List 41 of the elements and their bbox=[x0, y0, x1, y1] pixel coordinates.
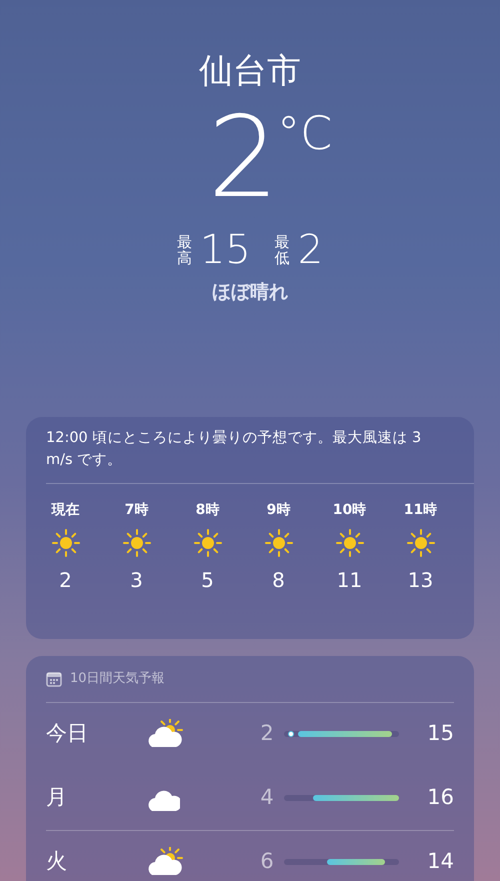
sun-icon bbox=[122, 529, 150, 558]
hour-label: 10時 bbox=[332, 501, 366, 520]
hour-temperature: 13 bbox=[408, 567, 434, 594]
hour-label: 7時 bbox=[124, 501, 148, 520]
current-temperature: 2 bbox=[208, 102, 278, 214]
high-temperature: 15 bbox=[200, 230, 251, 270]
temperature-unit: °C bbox=[277, 110, 332, 156]
low-label: 最低 bbox=[274, 234, 290, 266]
hour-label: 11時 bbox=[404, 501, 438, 520]
sun-behind-cloud-icon bbox=[146, 719, 184, 749]
city-name: 仙台市 bbox=[198, 54, 302, 88]
section-title: 10日間天気予報 bbox=[70, 670, 165, 688]
hour-temperature: 8 bbox=[272, 567, 285, 594]
low-temperature: 4 bbox=[259, 784, 274, 811]
high-temperature: 15 bbox=[426, 720, 454, 748]
sun-icon bbox=[406, 529, 434, 558]
low-temperature: 6 bbox=[259, 848, 274, 876]
low-temperature: 2 bbox=[298, 230, 324, 270]
high-label: 最高 bbox=[176, 234, 192, 266]
forecast-summary: 12:00 頃にところにより曇りの予想です。最大風速は 3 m/s です。 bbox=[45, 428, 422, 470]
low-temperature: 2 bbox=[259, 720, 274, 748]
sun-icon bbox=[52, 529, 80, 558]
day-label: 火 bbox=[46, 848, 68, 876]
sun-icon bbox=[264, 529, 292, 558]
hour-label: 9時 bbox=[266, 501, 290, 520]
day-label: 月 bbox=[46, 784, 68, 811]
day-label: 今日 bbox=[46, 720, 89, 748]
hour-label: 8時 bbox=[196, 501, 220, 520]
condition-text: ほぼ晴れ bbox=[212, 281, 288, 303]
hour-temperature: 2 bbox=[59, 567, 72, 594]
range-fill bbox=[327, 859, 385, 865]
high-temperature: 16 bbox=[426, 784, 454, 811]
hour-temperature: 3 bbox=[130, 567, 143, 594]
calendar-icon bbox=[46, 670, 62, 686]
sun-icon bbox=[336, 529, 364, 558]
hour-temperature: 5 bbox=[201, 567, 214, 594]
high-temperature: 14 bbox=[426, 848, 454, 876]
sun-icon bbox=[194, 529, 222, 558]
sun-behind-cloud-icon bbox=[146, 847, 184, 877]
hour-temperature: 11 bbox=[336, 567, 362, 594]
hour-label: 現在 bbox=[52, 501, 80, 520]
